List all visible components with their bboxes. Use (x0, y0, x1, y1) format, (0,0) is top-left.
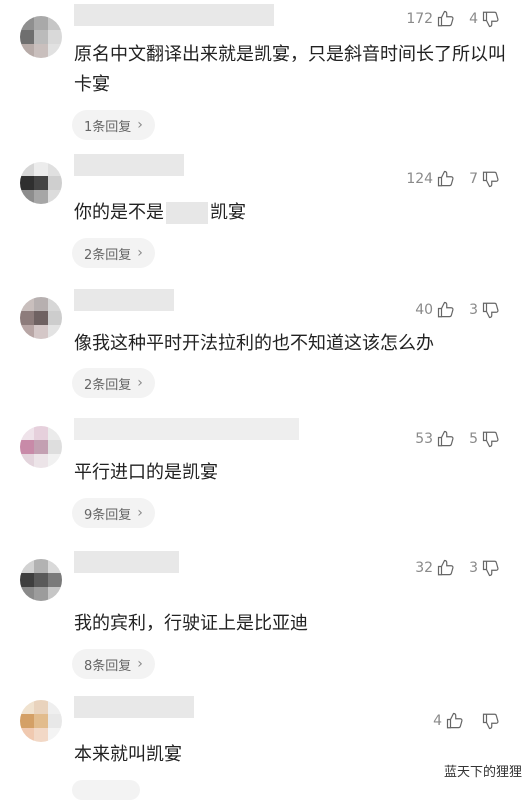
thumbs-down-icon (482, 431, 499, 448)
replies-label: 1条回复 (84, 119, 132, 135)
thumbs-up-icon (437, 430, 454, 447)
dislike-count: 5 (469, 431, 478, 447)
like-button[interactable]: 32 (415, 559, 455, 577)
like-button[interactable]: 40 (415, 301, 455, 319)
avatar[interactable] (20, 297, 62, 339)
comment-text-after: 凯宴 (210, 202, 246, 223)
dislike-button[interactable]: 4 (469, 10, 500, 28)
like-button[interactable]: 172 (406, 10, 455, 28)
replies-button[interactable]: 2条回复 › (72, 238, 155, 268)
thumbs-down-icon (482, 560, 499, 577)
comment-text: 平行进口的是凯宴 (74, 462, 218, 483)
replies-button[interactable]: 8条回复 › (72, 649, 155, 679)
thumbs-up-icon (437, 170, 454, 187)
like-count: 172 (406, 11, 434, 27)
dislike-count: 4 (469, 11, 478, 27)
dislike-button[interactable]: 3 (469, 559, 500, 577)
thumbs-down-icon (482, 171, 499, 188)
chevron-right-icon: › (137, 656, 143, 672)
avatar[interactable] (20, 16, 62, 58)
like-count: 4 (433, 713, 442, 729)
like-count: 40 (415, 302, 434, 318)
thumbs-up-icon (437, 10, 454, 27)
comment-item: 40 3 像我这种平时开法拉利的也不知道这该怎么办 2条回复 › (0, 285, 530, 405)
thumbs-down-icon (482, 11, 499, 28)
comment-item: 124 7 你的是不是 凯宴 2条回复 › (0, 150, 530, 270)
username-blurred (74, 551, 179, 573)
replies-button-partial[interactable] (72, 780, 140, 800)
censored-mask (166, 202, 208, 224)
comment-item: 32 3 我的宾利，行驶证上是比亚迪 8条回复 › (0, 547, 530, 687)
comment-text-before: 你的是不是 (74, 202, 164, 223)
thumbs-up-icon (437, 559, 454, 576)
avatar[interactable] (20, 559, 62, 601)
like-count: 53 (415, 431, 434, 447)
replies-label: 2条回复 (84, 247, 132, 263)
watermark: 蓝天下的狸狸 (443, 765, 522, 780)
comment-item: 172 4 原名中文翻译出来就是凯宴，只是斜音时间长了所以叫卡宴 1条回复 › (0, 0, 530, 150)
username-blurred (74, 289, 174, 311)
avatar[interactable] (20, 426, 62, 468)
replies-button[interactable]: 1条回复 › (72, 110, 155, 140)
chevron-right-icon: › (137, 375, 143, 391)
like-button[interactable]: 53 (415, 430, 455, 448)
comment-text: 你的是不是 凯宴 (74, 198, 508, 228)
replies-button[interactable]: 2条回复 › (72, 368, 155, 398)
thumbs-up-icon (437, 301, 454, 318)
dislike-count: 3 (469, 302, 478, 318)
comment-text: 像我这种平时开法拉利的也不知道这该怎么办 (74, 333, 434, 354)
replies-label: 9条回复 (84, 507, 132, 523)
replies-label: 8条回复 (84, 658, 132, 674)
comment-text: 我的宾利，行驶证上是比亚迪 (74, 613, 308, 634)
thumbs-down-icon (482, 302, 499, 319)
username-blurred (74, 696, 194, 718)
like-button[interactable]: 4 (433, 712, 464, 730)
dislike-button[interactable]: 7 (469, 170, 500, 188)
comment-text: 本来就叫凯宴 (74, 744, 182, 765)
chevron-right-icon: › (137, 505, 143, 521)
avatar[interactable] (20, 162, 62, 204)
username-blurred (74, 4, 274, 26)
dislike-count: 3 (469, 560, 478, 576)
dislike-button[interactable]: 5 (469, 430, 500, 448)
comment-item: 53 5 平行进口的是凯宴 9条回复 › (0, 414, 530, 539)
thumbs-down-icon (482, 713, 499, 730)
dislike-button[interactable]: 3 (469, 301, 500, 319)
replies-button[interactable]: 9条回复 › (72, 498, 155, 528)
like-count: 124 (406, 171, 434, 187)
comment-text: 原名中文翻译出来就是凯宴，只是斜音时间长了所以叫卡宴 (74, 44, 506, 95)
username-blurred (74, 154, 184, 176)
replies-label: 2条回复 (84, 377, 132, 393)
thumbs-up-icon (446, 712, 463, 729)
dislike-button[interactable] (478, 712, 500, 730)
like-count: 32 (415, 560, 434, 576)
like-button[interactable]: 124 (406, 170, 455, 188)
chevron-right-icon: › (137, 245, 143, 261)
avatar[interactable] (20, 700, 62, 742)
dislike-count: 7 (469, 171, 478, 187)
username-blurred (74, 418, 299, 440)
chevron-right-icon: › (137, 117, 143, 133)
